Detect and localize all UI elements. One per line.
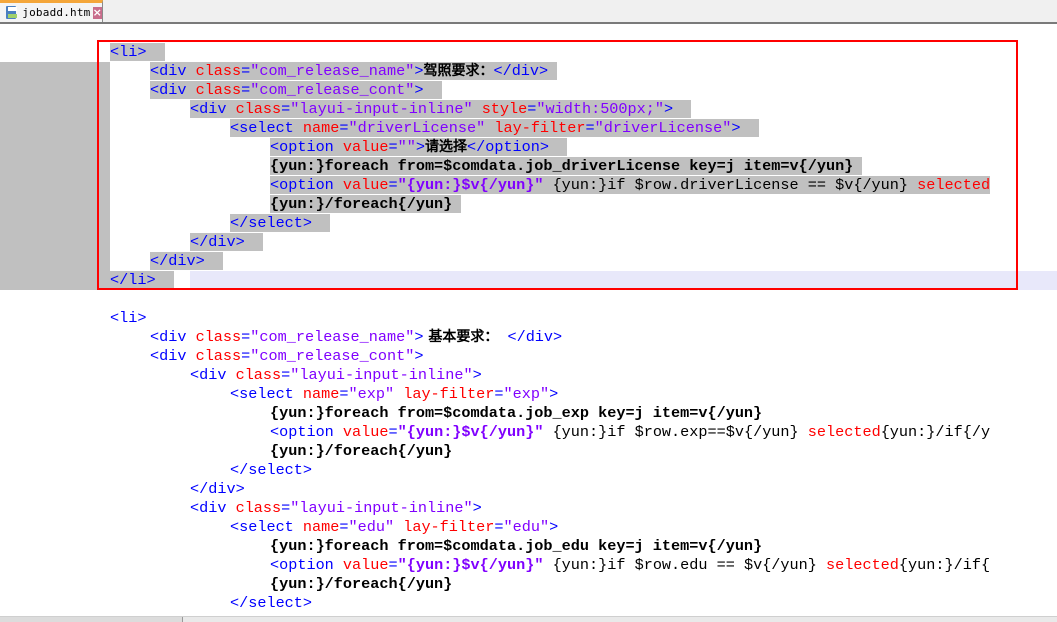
code-line: <select name="driverLicense" lay-filter=… — [230, 119, 759, 138]
code-line: {yun:}foreach from=$comdata.job_edu key=… — [270, 537, 763, 555]
code-line: <select name="edu" lay-filter="edu"> — [230, 518, 559, 536]
code-line: {yun:}/foreach{/yun} — [270, 575, 453, 593]
code-line: <div class="layui-input-inline"> — [190, 366, 482, 384]
code-line: <option value="{yun:}$v{/yun}" {yun:}if … — [270, 176, 991, 194]
code-line: </select> — [230, 594, 313, 612]
code-line: <option value="">请选择</option> — [270, 138, 568, 157]
save-icon — [6, 6, 18, 19]
code-line: </div> — [150, 252, 223, 271]
horizontal-scrollbar[interactable] — [0, 616, 1057, 622]
code-line: <li> — [110, 43, 165, 62]
code-line: </select> — [230, 461, 313, 479]
current-line-highlight — [190, 271, 1057, 290]
code-editor[interactable]: <li> <div class="com_release_name">驾照要求：… — [0, 24, 1057, 616]
tab-bar: jobadd.htm × — [0, 0, 1057, 24]
code-line: <select name="exp" lay-filter="exp"> — [230, 385, 559, 403]
close-icon[interactable]: × — [92, 6, 102, 19]
tab-jobadd[interactable]: jobadd.htm × — [0, 0, 103, 22]
code-line: {yun:}/foreach{/yun} — [270, 442, 453, 460]
selection-margin — [0, 62, 110, 290]
code-line: {yun:}/foreach{/yun} — [270, 195, 462, 214]
scrollbar-thumb[interactable] — [0, 617, 183, 622]
code-line: </select> — [230, 214, 331, 233]
code-line: </li> — [110, 271, 174, 290]
tab-label: jobadd.htm — [22, 6, 91, 19]
code-line: <option value="{yun:}$v{/yun}" {yun:}if … — [270, 556, 991, 574]
code-line: <option value="{yun:}$v{/yun}" {yun:}if … — [270, 423, 991, 441]
code-line: </div> — [190, 233, 263, 252]
code-line: </div> — [190, 480, 245, 498]
code-line: <li> — [110, 309, 147, 327]
code-line: <div class="layui-input-inline" style="w… — [190, 100, 692, 119]
code-line: <div class="com_release_name">驾照要求：</div… — [150, 62, 558, 81]
code-line: <div class="com_release_cont"> — [150, 81, 442, 100]
code-line: <div class="com_release_cont"> — [150, 347, 424, 365]
code-line: <div class="layui-input-inline"> — [190, 499, 482, 517]
code-line: {yun:}foreach from=$comdata.job_exp key=… — [270, 404, 763, 422]
code-line: <div class="com_release_name"> 基本要求： </d… — [150, 328, 563, 346]
code-line: {yun:}foreach from=$comdata.job_driverLi… — [270, 157, 863, 176]
